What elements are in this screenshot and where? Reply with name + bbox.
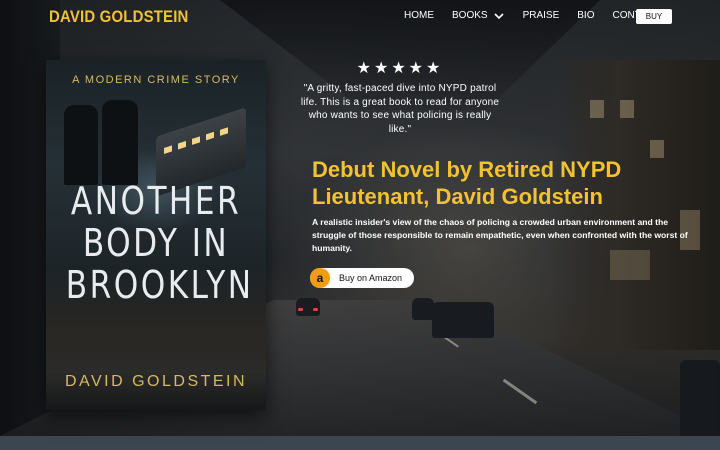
buy-on-amazon-button[interactable]: a Buy on Amazon bbox=[310, 268, 414, 288]
hero-headline: Debut Novel by Retired NYPD Lieutenant, … bbox=[312, 157, 622, 209]
nav-praise[interactable]: PRAISE bbox=[523, 10, 560, 21]
book-author: DAVID GOLDSTEIN bbox=[64, 373, 248, 390]
amazon-logo-icon: a bbox=[310, 268, 330, 288]
nav-books[interactable]: BOOKS bbox=[452, 10, 505, 21]
site-brand[interactable]: DAVID GOLDSTEIN bbox=[49, 7, 189, 27]
book-title-line: ANOTHER bbox=[70, 179, 242, 223]
review-quote: "A gritty, fast-paced dive into NYPD pat… bbox=[300, 83, 500, 135]
section-divider bbox=[0, 436, 720, 450]
book-title: ANOTHER BODY IN BROOKLYN bbox=[46, 180, 266, 306]
book-title-line: BROOKLYN bbox=[65, 263, 254, 307]
book-title-line: BODY IN bbox=[82, 221, 230, 265]
amazon-button-label: Buy on Amazon bbox=[339, 273, 403, 283]
book-cover[interactable]: A MODERN CRIME STORY ANOTHER BODY IN BRO… bbox=[46, 60, 266, 410]
star-rating: ★★★★★ bbox=[356, 58, 444, 77]
buy-button[interactable]: BUY bbox=[636, 9, 672, 24]
chevron-down-icon bbox=[494, 12, 504, 19]
top-navigation: DAVID GOLDSTEIN HOME BOOKS PRAISE BIO CO… bbox=[0, 0, 720, 32]
book-tagline: A MODERN CRIME STORY bbox=[72, 74, 240, 86]
hero-description: A realistic insider's view of the chaos … bbox=[312, 217, 688, 253]
nav-bio[interactable]: BIO bbox=[577, 10, 594, 21]
nav-books-label: BOOKS bbox=[452, 10, 488, 21]
nav-home[interactable]: HOME bbox=[404, 10, 434, 21]
